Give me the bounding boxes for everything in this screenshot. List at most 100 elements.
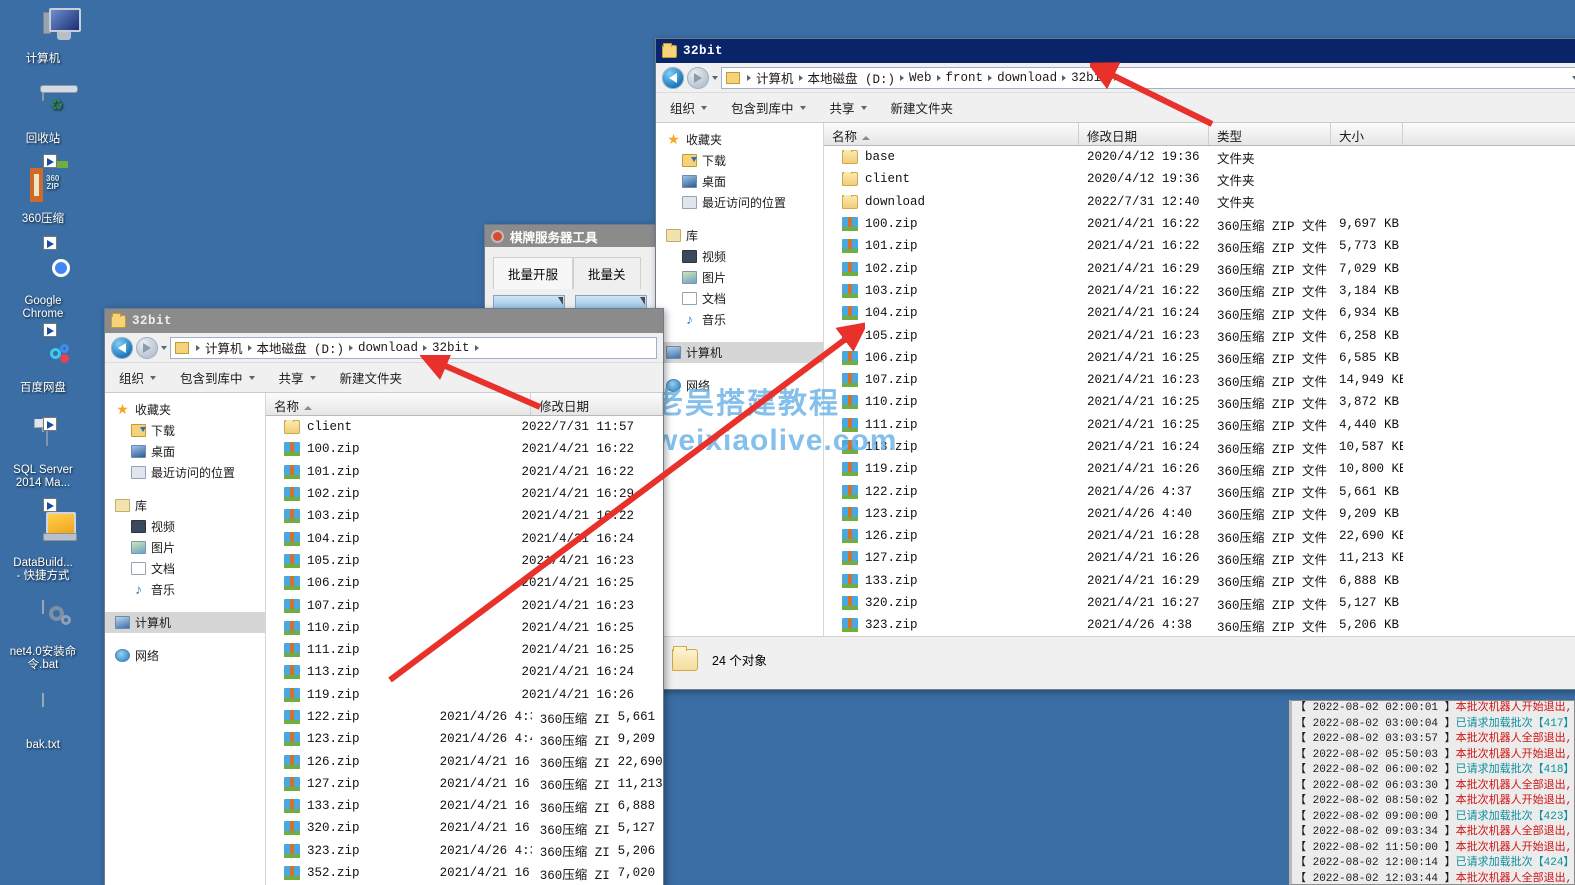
nav-item-computer[interactable]: 计算机 [656, 342, 823, 363]
breadcrumb-segment[interactable]: 32bit [432, 341, 470, 355]
nav-item-pictures[interactable]: 图片 [105, 537, 265, 558]
desktop-icon-baidu-netdisk[interactable]: 百度网盘 [0, 337, 86, 395]
nav-item-network[interactable]: 网络 [105, 645, 265, 666]
desktop-icon-sql-server[interactable]: SQL Server 2014 Ma... [0, 419, 86, 490]
desktop-icon-databuild[interactable]: DataBuild... - 快捷方式 [0, 512, 86, 583]
table-row[interactable]: 127.zip2021/4/21 16:26360压缩 ZIP 文件11,213… [824, 547, 1575, 569]
table-row[interactable]: 101.zip2021/4/21 16:22 [266, 461, 663, 483]
tab-batch-open[interactable]: 批量开服 [493, 257, 573, 289]
explorer-window-back[interactable]: 32bit 计算机 本地磁盘 (D:) Web front download 3… [655, 38, 1575, 690]
table-row[interactable]: download2022/7/31 12:40文件夹 [824, 191, 1575, 213]
table-row[interactable]: 113.zip2021/4/21 16:24360压缩 ZIP 文件10,587… [824, 436, 1575, 458]
table-row[interactable]: 102.zip2021/4/21 16:29 [266, 483, 663, 505]
breadcrumb-segment[interactable]: 本地磁盘 (D:) [257, 338, 345, 357]
table-row[interactable]: 320.zip2021/4/21 16:27360压缩 ZIP 文件5,127 … [266, 817, 663, 839]
table-row[interactable]: 104.zip2021/4/21 16:24 [266, 527, 663, 549]
table-row[interactable]: 123.zip2021/4/26 4:40360压缩 ZIP 文件9,209 K… [266, 728, 663, 750]
breadcrumb-segment[interactable]: download [997, 71, 1057, 85]
nav-item-download[interactable]: 下载 [656, 150, 823, 171]
table-row[interactable]: 352.zip2021/4/21 16:27360压缩 ZIP 文件7,020 … [266, 862, 663, 884]
breadcrumb-segment[interactable]: Web [909, 71, 932, 85]
toolbar-include-in-library[interactable]: 包含到库中 [180, 368, 255, 387]
toolbar-include-in-library[interactable]: 包含到库中 [731, 98, 806, 117]
table-row[interactable]: 133.zip2021/4/21 16:29360压缩 ZIP 文件6,888 … [266, 795, 663, 817]
back-window-titlebar[interactable]: 32bit [656, 39, 1575, 63]
nav-item-library[interactable]: 库 [105, 495, 265, 516]
column-header-name[interactable]: 名称 [266, 393, 531, 415]
nav-item-recent-places[interactable]: 最近访问的位置 [656, 192, 823, 213]
forward-button[interactable] [687, 67, 709, 89]
nav-item-pictures[interactable]: 图片 [656, 267, 823, 288]
recent-locations-icon[interactable] [712, 76, 718, 80]
dropdown-left[interactable] [493, 295, 565, 309]
table-row[interactable]: client2022/7/31 11:57 [266, 416, 663, 438]
nav-item-star[interactable]: ★收藏夹 [105, 399, 265, 420]
explorer-window-front[interactable]: 32bit 计算机 本地磁盘 (D:) download 32bit 组织 包含… [104, 308, 664, 885]
toolbar-organize[interactable]: 组织 [119, 368, 156, 387]
toolbar-share[interactable]: 共享 [279, 368, 316, 387]
table-row[interactable]: 122.zip2021/4/26 4:37360压缩 ZIP 文件5,661 K… [824, 480, 1575, 502]
front-window-file-list[interactable]: 名称 修改日期 client2022/7/31 11:57100.zip2021… [266, 393, 663, 885]
table-row[interactable]: 110.zip2021/4/21 16:25360压缩 ZIP 文件3,872 … [824, 391, 1575, 413]
nav-item-desktop[interactable]: 桌面 [656, 171, 823, 192]
back-button[interactable] [662, 67, 684, 89]
toolbar-share[interactable]: 共享 [830, 98, 867, 117]
table-row[interactable]: 102.zip2021/4/21 16:29360压缩 ZIP 文件7,029 … [824, 257, 1575, 279]
back-window-file-list[interactable]: 名称 修改日期 类型 大小 base2020/4/12 19:36文件夹clie… [824, 123, 1575, 636]
desktop-icon-net40-bat[interactable]: net4.0安装命 令.bat [0, 601, 86, 672]
nav-item-desktop[interactable]: 桌面 [105, 441, 265, 462]
nav-item-video[interactable]: 视频 [105, 516, 265, 537]
table-row[interactable]: 123.zip2021/4/26 4:40360压缩 ZIP 文件9,209 K… [824, 503, 1575, 525]
front-window-titlebar[interactable]: 32bit [105, 309, 663, 333]
table-row[interactable]: base2020/4/12 19:36文件夹 [824, 146, 1575, 168]
table-row[interactable]: 107.zip2021/4/21 16:23 [266, 594, 663, 616]
desktop-icon-computer[interactable]: 计算机 [0, 8, 86, 66]
table-row[interactable]: 101.zip2021/4/21 16:22360压缩 ZIP 文件5,773 … [824, 235, 1575, 257]
table-row[interactable]: 103.zip2021/4/21 16:22 [266, 505, 663, 527]
table-row[interactable]: 126.zip2021/4/21 16:28360压缩 ZIP 文件22,690… [824, 525, 1575, 547]
desktop-icon-recycle-bin[interactable]: ♻ 回收站 [0, 88, 86, 146]
table-row[interactable]: 127.zip2021/4/21 16:26360压缩 ZIP 文件11,213… [266, 773, 663, 795]
nav-item-library[interactable]: 库 [656, 225, 823, 246]
table-row[interactable]: 107.zip2021/4/21 16:23360压缩 ZIP 文件14,949… [824, 369, 1575, 391]
front-window-breadcrumb[interactable]: 计算机 本地磁盘 (D:) download 32bit [170, 337, 657, 359]
table-row[interactable]: 323.zip2021/4/26 4:38360压缩 ZIP 文件5,206 K… [824, 614, 1575, 636]
table-row[interactable]: 103.zip2021/4/21 16:22360压缩 ZIP 文件3,184 … [824, 280, 1575, 302]
tool-window-titlebar[interactable]: 棋牌服务器工具 [485, 225, 655, 247]
table-row[interactable]: 111.zip2021/4/21 16:25 [266, 639, 663, 661]
table-row[interactable]: 122.zip2021/4/26 4:37360压缩 ZIP 文件5,661 K… [266, 706, 663, 728]
recent-locations-icon[interactable] [161, 346, 167, 350]
breadcrumb-segment[interactable]: 32bit [1071, 71, 1109, 85]
column-header-type[interactable]: 类型 [1209, 123, 1331, 145]
forward-button[interactable] [136, 337, 158, 359]
toolbar-new-folder[interactable]: 新建文件夹 [891, 98, 954, 117]
nav-item-recent-places[interactable]: 最近访问的位置 [105, 462, 265, 483]
table-row[interactable]: 105.zip2021/4/21 16:23360压缩 ZIP 文件6,258 … [824, 324, 1575, 346]
nav-item-star[interactable]: ★收藏夹 [656, 129, 823, 150]
table-row[interactable]: 100.zip2021/4/21 16:22360压缩 ZIP 文件9,697 … [824, 213, 1575, 235]
column-header-date[interactable]: 修改日期 [531, 393, 663, 415]
nav-item-download[interactable]: 下载 [105, 420, 265, 441]
breadcrumb-segment[interactable]: 计算机 [756, 68, 794, 87]
nav-item-documents[interactable]: 文档 [105, 558, 265, 579]
table-row[interactable]: 126.zip2021/4/21 16:28360压缩 ZIP 文件22,690… [266, 750, 663, 772]
table-row[interactable]: 100.zip2021/4/21 16:22 [266, 438, 663, 460]
table-row[interactable]: 323.zip2021/4/26 4:38360压缩 ZIP 文件5,206 K… [266, 840, 663, 862]
desktop-icon-360zip[interactable]: 360ZIP 360压缩 [0, 168, 86, 226]
tab-batch-close[interactable]: 批量关 [573, 257, 641, 289]
toolbar-organize[interactable]: 组织 [670, 98, 707, 117]
desktop-icon-bak-txt[interactable]: bak.txt [0, 694, 86, 752]
breadcrumb-segment[interactable]: 计算机 [205, 338, 243, 357]
table-row[interactable]: 105.zip2021/4/21 16:23 [266, 550, 663, 572]
desktop-icon-chrome[interactable]: Google Chrome [0, 250, 86, 321]
breadcrumb-segment[interactable]: download [358, 341, 418, 355]
table-row[interactable]: 133.zip2021/4/21 16:29360压缩 ZIP 文件6,888 … [824, 570, 1575, 592]
nav-item-network[interactable]: 网络 [656, 375, 823, 396]
toolbar-new-folder[interactable]: 新建文件夹 [340, 368, 403, 387]
nav-item-video[interactable]: 视频 [656, 246, 823, 267]
breadcrumb-segment[interactable]: front [946, 71, 984, 85]
nav-item-computer[interactable]: 计算机 [105, 612, 265, 633]
table-row[interactable]: 119.zip2021/4/21 16:26 [266, 684, 663, 706]
table-row[interactable]: 106.zip2021/4/21 16:25360压缩 ZIP 文件6,585 … [824, 347, 1575, 369]
nav-item-music[interactable]: ♪音乐 [656, 309, 823, 330]
